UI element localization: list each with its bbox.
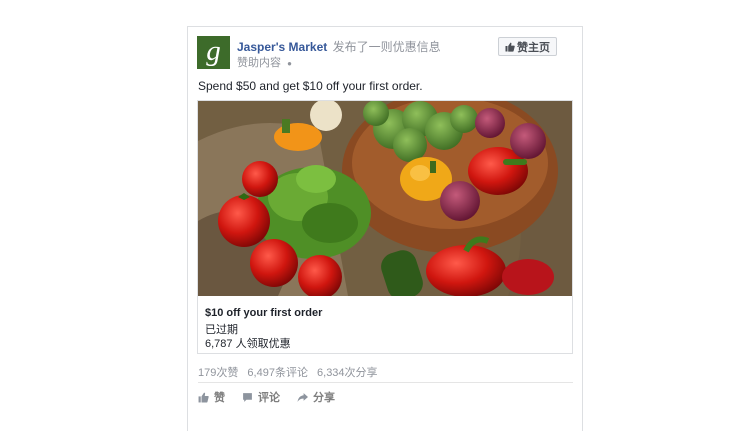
comment-icon bbox=[243, 392, 252, 402]
thumbs-up-icon bbox=[505, 42, 515, 52]
globe-icon: ● bbox=[287, 59, 292, 68]
like-button[interactable]: 赞 bbox=[198, 389, 225, 405]
post-actions-bar: 赞 评论 分享 bbox=[198, 388, 352, 406]
sponsored-post-card: g Jasper's Market 发布了一则优惠信息 赞助内容 ● 赞主页 S… bbox=[187, 26, 583, 431]
vegetables-photo bbox=[198, 101, 572, 296]
post-text: Spend $50 and get $10 off your first ord… bbox=[198, 79, 423, 93]
shares-count[interactable]: 6,334次分享 bbox=[317, 367, 378, 379]
engagement-counts: 179次赞 6,497条评论 6,334次分享 bbox=[198, 364, 384, 380]
like-page-label: 赞主页 bbox=[517, 41, 550, 54]
share-arrow-icon bbox=[297, 392, 308, 402]
actions-divider bbox=[198, 382, 573, 383]
page-logo[interactable]: g bbox=[197, 36, 230, 69]
sponsored-label[interactable]: 赞助内容 bbox=[237, 57, 281, 69]
likes-count[interactable]: 179次赞 bbox=[198, 367, 238, 379]
post-action-text: 发布了一则优惠信息 bbox=[332, 40, 441, 54]
offer-title: $10 off your first order bbox=[205, 307, 323, 319]
like-page-button[interactable]: 赞主页 bbox=[498, 37, 557, 56]
share-label: 分享 bbox=[313, 392, 335, 404]
comment-button[interactable]: 评论 bbox=[242, 389, 280, 405]
like-label: 赞 bbox=[214, 392, 225, 404]
page-name-link[interactable]: Jasper's Market bbox=[237, 40, 327, 54]
comment-label: 评论 bbox=[258, 392, 280, 404]
post-meta: 赞助内容 ● bbox=[237, 54, 292, 70]
logo-letter: g bbox=[206, 35, 221, 67]
post-header: Jasper's Market 发布了一则优惠信息 bbox=[237, 38, 441, 55]
offer-claims-count: 6,787 人领取优惠 bbox=[205, 338, 291, 350]
share-button[interactable]: 分享 bbox=[297, 389, 335, 405]
thumbs-up-icon bbox=[198, 392, 209, 403]
offer-attachment[interactable]: $10 off your first order 已过期 6,787 人领取优惠 bbox=[197, 100, 573, 354]
comments-count[interactable]: 6,497条评论 bbox=[247, 367, 308, 379]
